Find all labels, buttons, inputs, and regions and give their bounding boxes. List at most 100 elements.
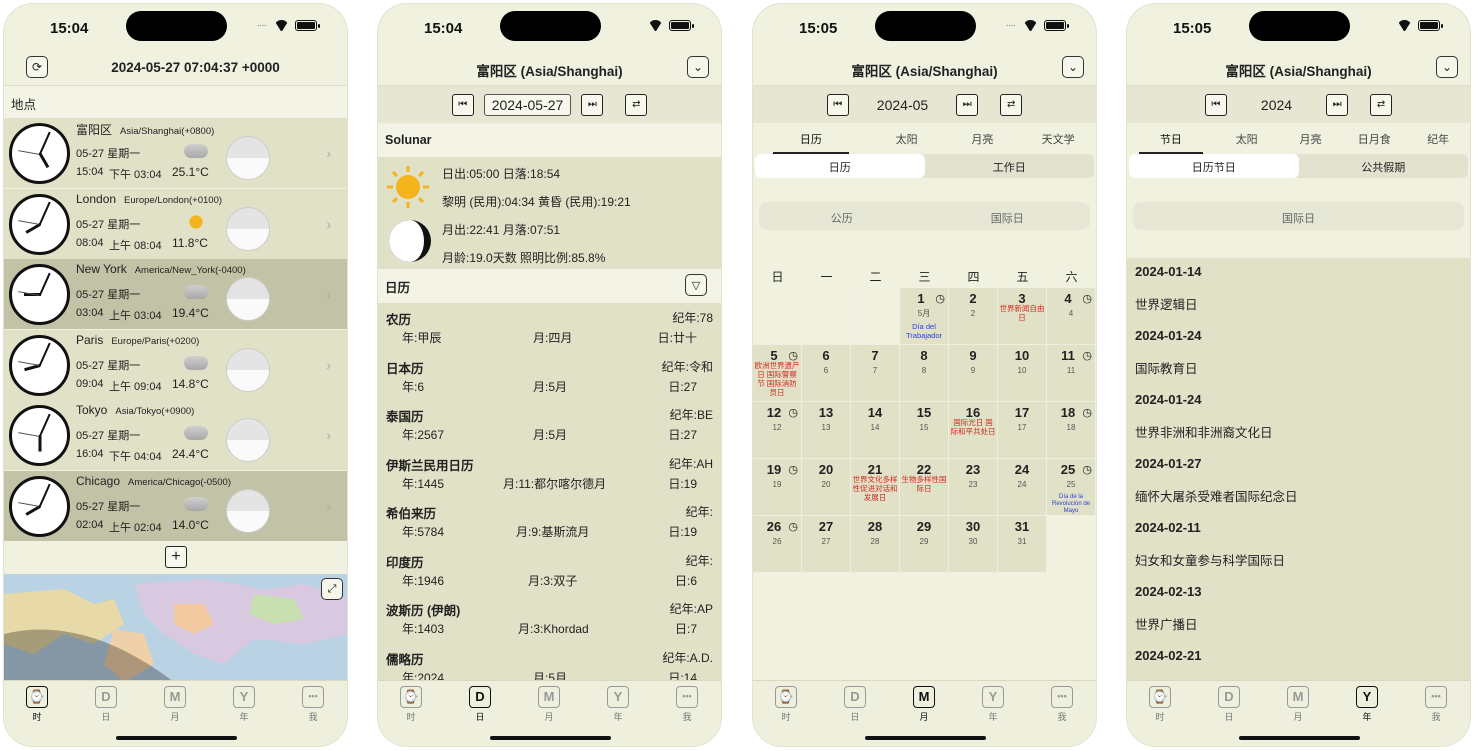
segment-public-holidays[interactable]: 公共假期 <box>1299 154 1469 178</box>
day-cell[interactable]: 25 ◷ 25 Día de la Revolución de Mayo <box>1047 459 1096 516</box>
day-cell[interactable]: 24 24 <box>998 459 1047 516</box>
day-cell[interactable]: 29 29 <box>900 516 949 573</box>
year-tab-icon[interactable]: Y <box>1356 686 1378 708</box>
day-cell[interactable]: 31 31 <box>998 516 1047 573</box>
day-cell[interactable]: 77 <box>851 345 900 402</box>
festival-row[interactable]: 2024-01-14 世界逻辑日 <box>1127 258 1470 322</box>
day-cell[interactable]: 15 15 <box>900 402 949 459</box>
tab-moon[interactable]: 月亮 <box>945 126 1021 154</box>
day-cell[interactable]: 11 ◷ 11 <box>1047 345 1096 402</box>
segment-calendar-festivals[interactable]: 日历节日 <box>1129 154 1299 178</box>
day-cell[interactable]: 13 13 <box>802 402 851 459</box>
filter-gregorian[interactable]: 公历 <box>759 202 925 230</box>
tab-era[interactable]: 纪年 <box>1406 126 1470 154</box>
month-tab-icon[interactable]: M <box>1287 686 1309 708</box>
lunar-day: 8 <box>921 366 927 375</box>
reset-icon[interactable]: ⇄ <box>1370 93 1393 116</box>
tab-moon[interactable]: 月亮 <box>1279 126 1343 154</box>
day-cell[interactable]: 4 ◷ 4 <box>1047 288 1096 345</box>
location-row[interactable]: New York America/New_York(-0400) 05-27 星期一… <box>4 259 347 329</box>
day-cell[interactable]: 21 世界文化多样性促进对话和发展日 <box>851 459 900 516</box>
location-row[interactable]: Tokyo Asia/Tokyo(+0900) 05-27 星期一 16:04 下午 0… <box>4 400 347 470</box>
segment-calendar[interactable]: 日历 <box>755 154 925 178</box>
filter-icon[interactable]: ▽ <box>685 274 707 296</box>
calendar-month: 月:3:双子 <box>528 573 578 588</box>
location-row[interactable]: Chicago America/Chicago(-0500) 05-27 星期一 02… <box>4 470 347 541</box>
day-cell[interactable]: 66 <box>802 345 851 402</box>
year-tab-icon[interactable]: Y <box>607 686 629 708</box>
location-row[interactable]: London Europe/London(+0100) 05-27 星期一 08:04… <box>4 188 347 259</box>
day-tab-icon[interactable]: D <box>469 686 491 708</box>
expand-icon[interactable]: ⤢ <box>321 578 343 600</box>
day-cell[interactable]: 23 23 <box>949 459 998 516</box>
filter-international-day[interactable]: 国际日 <box>1133 202 1464 230</box>
filter-international-day[interactable]: 国际日 <box>925 202 1091 230</box>
day-cell[interactable]: 12 ◷ 12 <box>753 402 802 459</box>
day-cell[interactable]: 18 ◷ 18 <box>1047 402 1096 459</box>
month-tab-icon[interactable]: M <box>164 686 186 708</box>
previous-icon[interactable]: ⏮ <box>1204 93 1227 116</box>
day-cell[interactable]: 14 14 <box>851 402 900 459</box>
location-row[interactable]: Paris Europe/Paris(+0200) 05-27 星期一 09:04 上午… <box>4 329 347 400</box>
day-cell[interactable]: 10 10 <box>998 345 1047 402</box>
reset-icon[interactable]: ⇄ <box>625 93 648 116</box>
next-icon[interactable]: ⏭ <box>1326 93 1349 116</box>
day-cell[interactable]: 88 <box>900 345 949 402</box>
clock-tab-icon[interactable]: ⌚ <box>775 686 797 708</box>
tab-festivals[interactable]: 节日 <box>1139 126 1203 154</box>
festival-row[interactable]: 2024-02-11 妇女和女童参与科学国际日 <box>1127 514 1470 578</box>
day-cell[interactable]: 5 ◷ 欧洲世界遗产日 国际警察节 国际消防员日 <box>753 345 802 402</box>
segment-workday[interactable]: 工作日 <box>925 154 1095 178</box>
add-location-button[interactable]: + <box>165 546 187 568</box>
clock-tab-icon[interactable]: ⌚ <box>1149 686 1171 708</box>
clock-tab-icon[interactable]: ⌚ <box>400 686 422 708</box>
day-cell[interactable]: 22 生物多样性国际日 <box>900 459 949 516</box>
festival-row[interactable]: 2024-01-27 缅怀大屠杀受难者国际纪念日 <box>1127 450 1470 514</box>
day-cell[interactable]: 20 20 <box>802 459 851 516</box>
date-picker[interactable]: 2024-05-27 <box>483 93 572 116</box>
tab-eclipse[interactable]: 日月食 <box>1342 126 1406 154</box>
day-cell[interactable]: 30 30 <box>949 516 998 573</box>
reset-icon[interactable]: ⇄ <box>1000 93 1023 116</box>
chevron-down-icon[interactable]: ⌄ <box>1436 56 1458 78</box>
day-cell[interactable]: 3 世界新闻自由日 <box>998 288 1047 345</box>
more-tab-icon[interactable]: ••• <box>1425 686 1447 708</box>
day-cell[interactable]: 22 <box>949 288 998 345</box>
next-icon[interactable]: ⏭ <box>581 93 604 116</box>
day-tab-icon[interactable]: D <box>95 686 117 708</box>
day-cell[interactable]: 28 28 <box>851 516 900 573</box>
year-tab-icon[interactable]: Y <box>982 686 1004 708</box>
more-tab-icon[interactable]: ••• <box>302 686 324 708</box>
clock-tab-icon[interactable]: ⌚ <box>26 686 48 708</box>
festival-row[interactable]: 2024-02-13 世界广播日 <box>1127 578 1470 642</box>
tab-calendar[interactable]: 日历 <box>773 126 849 154</box>
day-cell[interactable]: 99 <box>949 345 998 402</box>
day-cell[interactable]: 27 27 <box>802 516 851 573</box>
month-tab-icon[interactable]: M <box>538 686 560 708</box>
solunar-title: Solunar <box>378 125 721 157</box>
day-tab-icon[interactable]: D <box>844 686 866 708</box>
month-tab-icon[interactable]: M <box>913 686 935 708</box>
chevron-down-icon[interactable]: ⌄ <box>687 56 709 78</box>
day-cell[interactable]: 1 ◷ 5月 Día del Trabajador <box>900 288 949 345</box>
year-tab-icon[interactable]: Y <box>233 686 255 708</box>
more-tab-icon[interactable]: ••• <box>676 686 698 708</box>
world-map[interactable]: ⤢ <box>4 574 347 682</box>
day-cell[interactable]: 19 ◷ 19 <box>753 459 802 516</box>
day-tab-icon[interactable]: D <box>1218 686 1240 708</box>
previous-icon[interactable]: ⏮ <box>826 93 849 116</box>
day-cell[interactable]: 26 ◷ 26 <box>753 516 802 573</box>
tab-astronomy[interactable]: 天文学 <box>1020 126 1096 154</box>
festival-row[interactable]: 2024-02-21 <box>1127 642 1470 684</box>
day-cell[interactable]: 17 17 <box>998 402 1047 459</box>
festival-row[interactable]: 2024-01-24 国际教育日 <box>1127 322 1470 386</box>
tab-sun[interactable]: 太阳 <box>869 126 945 154</box>
location-row[interactable]: 富阳区 Asia/Shanghai(+0800) 05-27 星期一 15:04 下午 … <box>4 118 347 188</box>
chevron-down-icon[interactable]: ⌄ <box>1062 56 1084 78</box>
next-icon[interactable]: ⏭ <box>956 93 979 116</box>
day-cell[interactable]: 16 国际光日 国际和平共处日 <box>949 402 998 459</box>
more-tab-icon[interactable]: ••• <box>1051 686 1073 708</box>
festival-row[interactable]: 2024-01-24 世界非洲和非洲裔文化日 <box>1127 386 1470 450</box>
previous-icon[interactable]: ⏮ <box>451 93 474 116</box>
tab-sun[interactable]: 太阳 <box>1215 126 1279 154</box>
